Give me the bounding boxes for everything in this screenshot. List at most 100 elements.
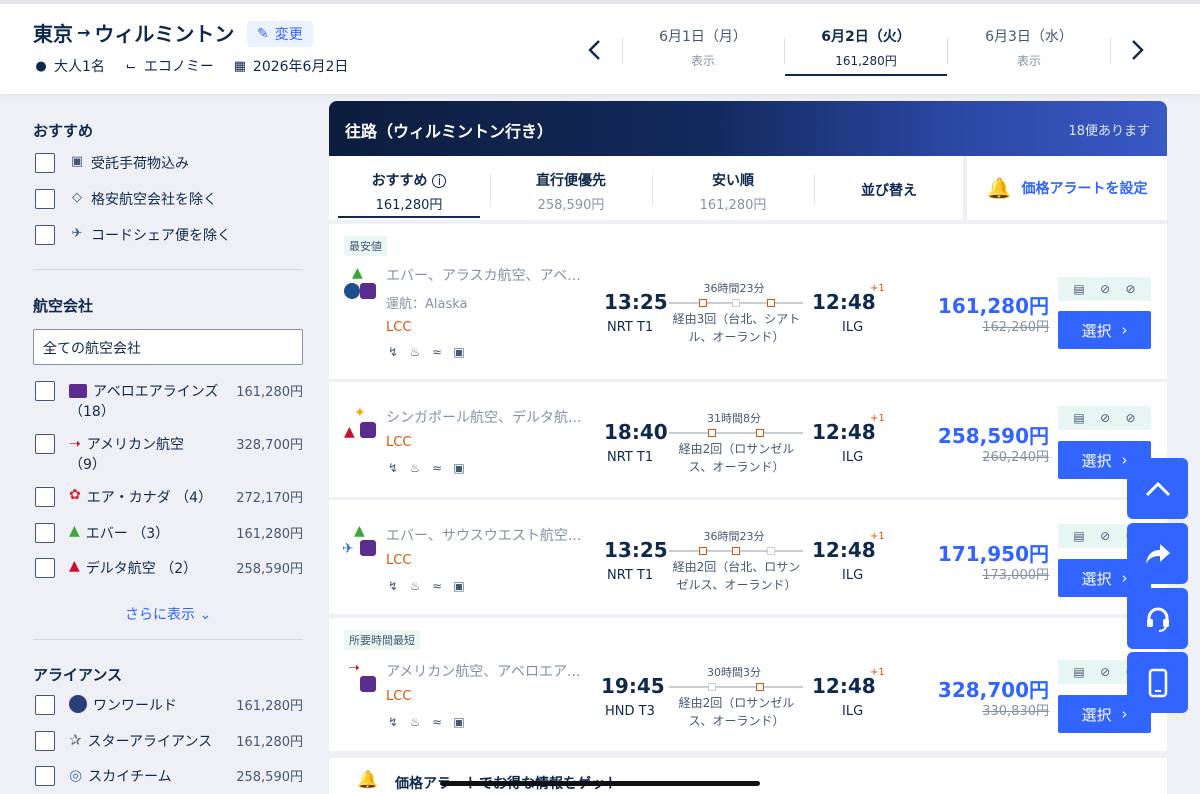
arrival-time: 12:48 (812, 290, 876, 314)
checkbox[interactable] (35, 153, 55, 173)
tag-icon: ◇ (72, 189, 82, 205)
date-tab-june-3[interactable]: 6月3日（水） 表示 (948, 26, 1110, 76)
flight-price: 171,950円 (937, 542, 1049, 566)
alliance-price: 161,280円 (236, 699, 303, 714)
cheapest-tag: 最安値 (344, 236, 387, 256)
airline-price: 328,700円 (236, 438, 303, 453)
recommend-heading: おすすめ (33, 122, 94, 140)
arrival-airport: ILG (842, 320, 864, 335)
delta-logo-icon: ▲ (69, 558, 80, 574)
info-icon[interactable]: i (432, 174, 447, 188)
departure-airport: NRT T1 (607, 320, 654, 335)
fare-features: ▤ ⊘ ⊘ (1058, 277, 1151, 301)
support-button[interactable] (1127, 588, 1188, 649)
flight-duration: 36時間23分 (703, 530, 765, 543)
checkbox[interactable] (35, 225, 55, 245)
checkbox[interactable] (35, 558, 55, 578)
checkbox[interactable] (35, 695, 55, 715)
show-more-link[interactable]: さらに表示 ⌄ (125, 604, 211, 624)
share-icon (1145, 543, 1170, 564)
departure-time: 13:25 (604, 538, 668, 562)
fastest-tag: 所要時間最短 (344, 630, 420, 650)
no-change-icon: ⊘ (1100, 282, 1111, 296)
entertainment-icon: ▣ (453, 715, 465, 729)
previous-date-button[interactable] (582, 34, 606, 66)
operated-by: 運航：Alaska (386, 297, 468, 312)
date-tab-sub: 161,280円 (835, 54, 897, 68)
price-alert-button[interactable]: 🔔 価格アラートを設定 (967, 156, 1167, 220)
select-flight-button[interactable]: 選択 › (1058, 311, 1151, 349)
app-download-button[interactable] (1127, 652, 1188, 713)
power-icon: ↯ (387, 345, 399, 359)
sort-title: 直行便優先 (536, 173, 606, 189)
flight-card[interactable]: 最安値 ▲ エバー、アラスカ航空、アベ... 運航：Alaska LCC ↯ ♨ ≈… (329, 224, 1167, 379)
date-tab-june-1[interactable]: 6月1日（月） 表示 (622, 26, 784, 76)
original-price: 260,240円 (982, 450, 1049, 465)
airline-name: アベロエアラインズ (93, 384, 219, 400)
sort-tab-recommended[interactable]: おすすめ i 161,280円 (329, 156, 489, 220)
sort-tab-direct[interactable]: 直行便優先 258,590円 (491, 156, 651, 220)
checkbox[interactable] (35, 487, 55, 507)
chevron-right-icon (1132, 40, 1144, 60)
lcc-label: LCC (386, 553, 412, 568)
amenities: ↯ ♨ ≈ ▣ (386, 579, 466, 593)
sort-dropdown[interactable]: 並び替え (815, 156, 963, 220)
home-indicator (440, 781, 760, 786)
stopover-info: 経由2回（台北、ロサン ゼルス、オーランド） (672, 560, 801, 592)
checkbox[interactable] (35, 766, 55, 786)
flight-card[interactable]: 所要時間最短 ➝ アメリカン航空、アベロエア... LCC ↯ ♨ ≈ ▣ 19:45… (329, 618, 1167, 751)
bag-icon: ▤ (1073, 411, 1085, 425)
sort-tab-cheapest[interactable]: 安い順 161,280円 (653, 156, 813, 220)
star-alliance-logo-icon: ✰ (69, 731, 82, 749)
calendar-icon: ▦ (233, 58, 247, 74)
date-tab-june-2[interactable]: 6月2日（火） 161,280円 (785, 26, 947, 76)
passengers-text: 大人1名 (54, 59, 105, 75)
checkbox[interactable] (35, 434, 55, 454)
alliance-name: スカイチーム (88, 769, 172, 785)
flight-card[interactable]: ▲ ✈ エバー、サウスウエスト航空... LCC ↯ ♨ ≈ ▣ 13:25 NRT … (329, 500, 1167, 614)
departure-time: 18:40 (604, 420, 668, 444)
date-tab-label: 6月3日（水） (985, 29, 1073, 45)
bag-icon: ▤ (1073, 282, 1085, 296)
seat-icon: ⌙ (125, 58, 137, 74)
airline-logo-icon: ▲ (344, 265, 378, 303)
alliance-name: ワンワールド (93, 698, 177, 714)
airline-names: エバー、アラスカ航空、アベ... (386, 268, 581, 284)
airline-names: アメリカン航空、アベロエア... (386, 664, 581, 680)
alliance-heading: アライアンス (33, 666, 123, 684)
person-icon: ● (35, 58, 47, 74)
scroll-top-button[interactable] (1127, 458, 1188, 519)
route-line (669, 429, 803, 437)
meal-icon: ♨ (409, 715, 421, 729)
arrival-airport: ILG (842, 568, 864, 583)
arrival-time: 12:48 (812, 538, 876, 562)
next-date-button[interactable] (1126, 34, 1150, 66)
price-alert-promo[interactable]: 🔔 価格アラートでお得な情報をゲット (329, 758, 1167, 794)
flight-card[interactable]: ✦ ▲ シンガポール航空、デルタ航... LCC ↯ ♨ ≈ ▣ 18:40 NRT … (329, 382, 1167, 497)
checkbox[interactable] (35, 189, 55, 209)
cabin-text: エコノミー (143, 59, 214, 75)
checkbox[interactable] (35, 381, 55, 401)
bell-icon: 🔔 (357, 770, 379, 790)
entertainment-icon: ▣ (453, 579, 465, 593)
airline-select[interactable]: 全ての航空会社 (33, 329, 303, 365)
chevron-right-icon: › (1121, 321, 1128, 339)
route-line (669, 547, 803, 555)
alliance-name: スターアライアンス (87, 734, 213, 750)
flight-price: 161,280円 (937, 294, 1049, 318)
meal-icon: ♨ (409, 461, 421, 475)
checkbox[interactable] (35, 731, 55, 751)
arrow-right-icon: → (77, 23, 91, 42)
departure-airport: NRT T1 (607, 450, 654, 465)
change-search-button[interactable]: ✎ 変更 (247, 21, 313, 47)
chevron-left-icon (588, 40, 600, 60)
chevron-down-icon: ⌄ (195, 607, 212, 623)
wifi-icon: ≈ (431, 345, 443, 359)
share-button[interactable] (1127, 523, 1188, 584)
departure-airport: HND T3 (605, 704, 655, 719)
checkbox[interactable] (35, 523, 55, 543)
next-day-indicator: +1 (870, 413, 885, 424)
no-change-icon: ⊘ (1100, 665, 1111, 679)
search-meta: ● 大人1名 ⌙ エコノミー ▦ 2026年6月2日 (33, 56, 348, 76)
alliance-price: 258,590円 (236, 770, 303, 785)
